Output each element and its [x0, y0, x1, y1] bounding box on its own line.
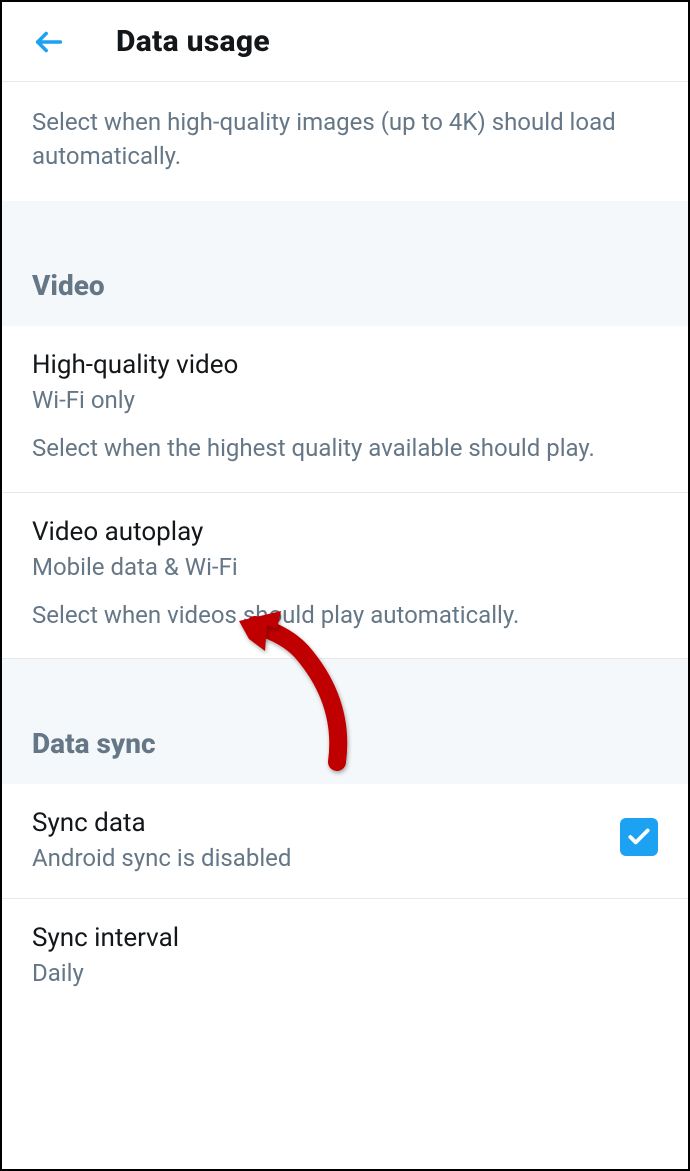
- setting-description: Select when the highest quality availabl…: [32, 432, 658, 466]
- section-header-video: Video: [2, 201, 688, 326]
- setting-title: High-quality video: [32, 350, 658, 380]
- header-bar: Data usage: [2, 2, 688, 82]
- setting-value: Daily: [32, 959, 658, 987]
- setting-sync-data[interactable]: Sync data Android sync is disabled: [2, 784, 688, 899]
- setting-title: Sync data: [32, 808, 658, 838]
- setting-title: Sync interval: [32, 923, 658, 953]
- setting-high-quality-video[interactable]: High-quality video Wi-Fi only Select whe…: [2, 326, 688, 493]
- section-header-data-sync: Data sync: [2, 659, 688, 784]
- page-title: Data usage: [116, 24, 270, 59]
- back-arrow-icon[interactable]: [32, 25, 66, 59]
- setting-value: Wi-Fi only: [32, 386, 658, 414]
- setting-value: Android sync is disabled: [32, 844, 658, 872]
- setting-sync-interval[interactable]: Sync interval Daily: [2, 899, 688, 1013]
- setting-video-autoplay[interactable]: Video autoplay Mobile data & Wi-Fi Selec…: [2, 493, 688, 660]
- images-description: Select when high-quality images (up to 4…: [2, 82, 688, 201]
- checkbox-checked-icon[interactable]: [620, 818, 658, 856]
- setting-value: Mobile data & Wi-Fi: [32, 553, 658, 581]
- setting-title: Video autoplay: [32, 517, 658, 547]
- setting-description: Select when videos should play automatic…: [32, 599, 658, 633]
